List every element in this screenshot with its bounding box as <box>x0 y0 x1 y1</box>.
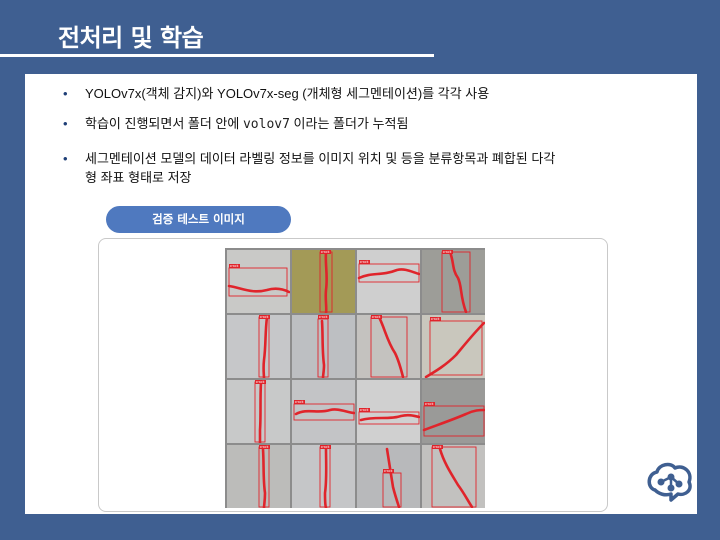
svg-text:crack: crack <box>321 445 330 449</box>
svg-text:crack: crack <box>260 315 269 319</box>
detection-result-image: crack <box>227 250 290 313</box>
detection-result-svg: crack <box>227 380 290 443</box>
svg-text:crack: crack <box>319 315 328 319</box>
detection-result-image: crack <box>227 380 290 443</box>
detection-result-image: crack <box>422 315 485 378</box>
bullet-text: YOLOv7x(객체 감지)와 YOLOv7x-seg (개체형 세그멘테이션)… <box>85 86 490 101</box>
detection-result-svg: crack <box>292 445 355 508</box>
detection-result-svg: crack <box>357 445 420 508</box>
detection-result-svg: crack <box>357 380 420 443</box>
svg-text:crack: crack <box>425 402 434 406</box>
svg-text:crack: crack <box>230 264 239 268</box>
detection-result-image: crack <box>357 250 420 313</box>
bullet-item-yolo-models: • YOLOv7x(객체 감지)와 YOLOv7x-seg (개체형 세그멘테이… <box>63 84 673 103</box>
bullet-item-labeling: • 세그멘테이션 모델의 데이터 라벨링 정보를 이미지 위치 및 등을 분류항… <box>63 149 673 187</box>
detection-result-image: crack <box>292 250 355 313</box>
bullet-dot: • <box>63 86 68 101</box>
slide-title: 전처리 및 학습 <box>58 24 204 52</box>
detection-result-image: crack <box>422 445 485 508</box>
detection-result-image: crack <box>292 315 355 378</box>
detection-result-svg: crack <box>422 445 485 508</box>
detection-result-svg: crack <box>357 250 420 313</box>
svg-text:crack: crack <box>384 469 393 473</box>
svg-text:crack: crack <box>260 445 269 449</box>
svg-text:crack: crack <box>443 250 452 254</box>
bullet-dot: • <box>63 116 68 131</box>
folder-name-code: volov7 <box>242 117 290 132</box>
bullet-text: 형 좌표 형태로 저장 <box>85 170 192 185</box>
detection-result-svg: crack <box>292 250 355 313</box>
svg-text:crack: crack <box>295 400 304 404</box>
bullet-text: 세그멘테이션 모델의 데이터 라벨링 정보를 이미지 위치 및 등을 분류항목과… <box>85 151 556 166</box>
detection-result-image: crack <box>422 250 485 313</box>
svg-text:crack: crack <box>372 315 381 319</box>
detection-result-svg: crack <box>227 315 290 378</box>
brain-network-logo-icon <box>645 460 695 506</box>
detection-result-svg: crack <box>422 250 485 313</box>
bullet-list: • YOLOv7x(객체 감지)와 YOLOv7x-seg (개체형 세그멘테이… <box>63 84 673 187</box>
content-panel: • YOLOv7x(객체 감지)와 YOLOv7x-seg (개체형 세그멘테이… <box>25 74 697 514</box>
detection-result-image: crack <box>357 315 420 378</box>
svg-text:crack: crack <box>321 250 330 254</box>
detection-result-image: crack <box>357 445 420 508</box>
detection-result-image: crack <box>422 380 485 443</box>
detection-result-svg: crack <box>227 250 290 313</box>
image-caption-pill: 검증 테스트 이미지 <box>106 206 291 233</box>
detection-result-svg: crack <box>357 315 420 378</box>
svg-text:crack: crack <box>433 445 442 449</box>
bullet-text: 이라는 폴더가 누적됨 <box>289 116 409 131</box>
validation-image-grid: crack crack crack crack crack crack crack crack… <box>225 248 485 508</box>
bullet-dot: • <box>63 151 68 166</box>
detection-result-svg: crack <box>292 315 355 378</box>
svg-text:crack: crack <box>431 317 440 321</box>
bullet-text: 학습이 진행되면서 폴더 안에 <box>85 116 243 131</box>
title-underline <box>0 54 434 57</box>
detection-result-svg: crack <box>227 445 290 508</box>
detection-result-image: crack <box>292 380 355 443</box>
detection-result-svg: crack <box>292 380 355 443</box>
detection-result-image: crack <box>357 380 420 443</box>
svg-text:crack: crack <box>360 260 369 264</box>
svg-text:crack: crack <box>256 380 265 384</box>
detection-result-image: crack <box>227 315 290 378</box>
detection-result-svg: crack <box>422 315 485 378</box>
detection-result-image: crack <box>292 445 355 508</box>
bullet-item-folder: • 학습이 진행되면서 폴더 안에 volov7 이라는 폴더가 누적됨 <box>63 114 673 134</box>
detection-result-image: crack <box>227 445 290 508</box>
svg-text:crack: crack <box>360 408 369 412</box>
detection-result-svg: crack <box>422 380 485 443</box>
